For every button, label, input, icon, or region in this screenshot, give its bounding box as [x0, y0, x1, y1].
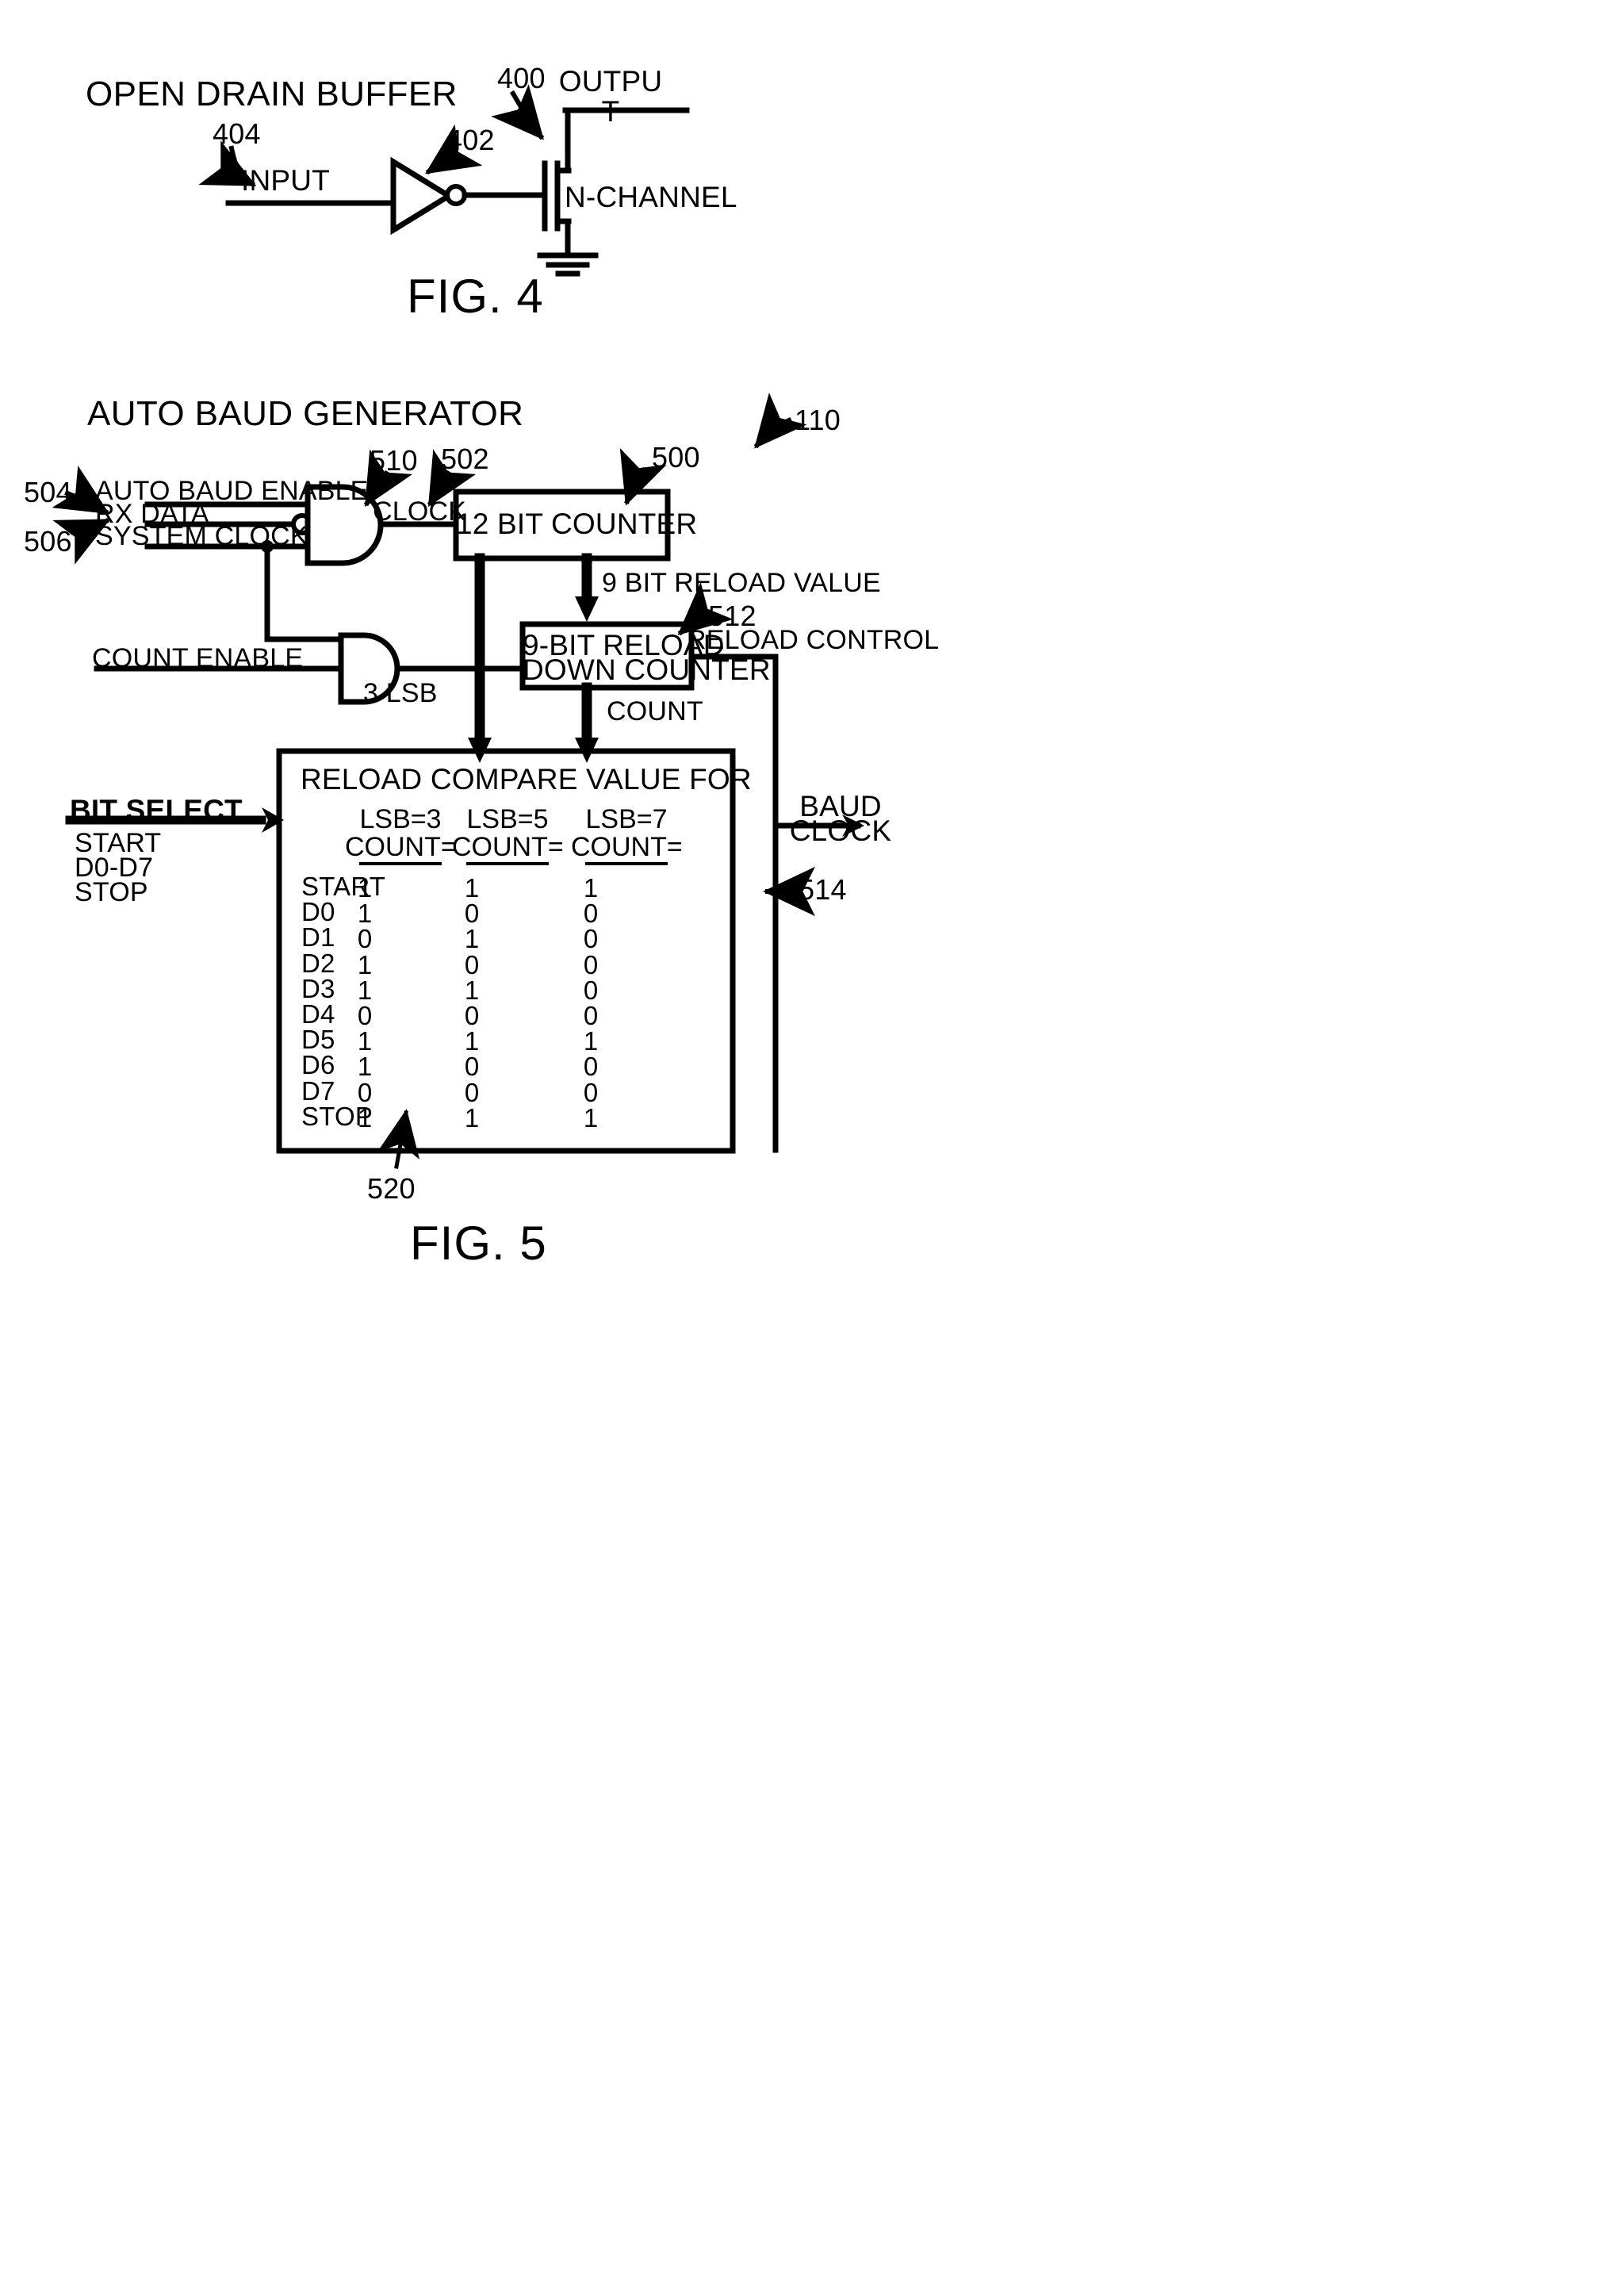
- ref-520: 520: [367, 1172, 416, 1205]
- fig4-caption: FIG. 4: [407, 270, 544, 323]
- leader-110: [753, 393, 807, 449]
- ref-110: 110: [795, 404, 841, 436]
- junction-dot-counter-center: [581, 554, 592, 565]
- leader-514: [763, 866, 816, 917]
- table-column-rule-1: [359, 862, 442, 865]
- ref-500: 500: [652, 441, 700, 473]
- label-count: COUNT: [607, 696, 703, 726]
- table-row-label: D6: [301, 1050, 335, 1080]
- ref-510: 510: [370, 444, 418, 477]
- leader-400: [491, 84, 545, 140]
- ref-404: 404: [213, 117, 261, 150]
- bit-select-item-stop: STOP: [75, 877, 148, 907]
- table-column-rule-2: [466, 862, 549, 865]
- ref-504: 504: [24, 476, 72, 508]
- table-cell: 1: [357, 1102, 373, 1133]
- table-row-label: D0: [301, 897, 335, 927]
- label-9bit-reload-value: 9 BIT RELOAD VALUE: [602, 568, 881, 598]
- label-baud-clock-line2: CLOCK: [789, 815, 892, 847]
- fig5-title: AUTO BAUD GENERATOR: [87, 394, 524, 433]
- table-row-label: D4: [301, 999, 335, 1029]
- table-column-header-3: LSB=7: [585, 804, 668, 834]
- table-column-rule-3: [585, 862, 668, 865]
- ref-506: 506: [24, 525, 72, 558]
- table-column-subheader-1: COUNT=: [345, 832, 457, 862]
- ref-402: 402: [446, 124, 495, 156]
- table-column-header-2: LSB=5: [466, 804, 549, 834]
- table-row-label: D7: [301, 1075, 335, 1106]
- table-row-label: D1: [301, 922, 335, 953]
- ref-400: 400: [497, 62, 546, 94]
- junction-dot-counter-left: [474, 554, 485, 565]
- table-cell: 1: [583, 1102, 599, 1133]
- label-system-clock: SYSTEM CLOCK: [95, 521, 308, 551]
- label-count-enable: COUNT ENABLE: [92, 643, 304, 673]
- fig4-input-label: INPUT: [241, 164, 330, 197]
- patent-drawing-sheet: OPEN DRAIN BUFFER 404 INPUT 402 400 OUTP…: [0, 0, 1624, 2277]
- ref-502: 502: [441, 443, 489, 475]
- arrowhead-bus-reload-value: [575, 596, 599, 622]
- fig5-caption: FIG. 5: [410, 1217, 547, 1270]
- diagram-linework: [52, 84, 864, 1169]
- table-column-subheader-3: COUNT=: [571, 832, 683, 862]
- table-row-label: D3: [301, 973, 335, 1003]
- table-row-label: D5: [301, 1025, 335, 1055]
- table-column-subheader-2: COUNT=: [452, 832, 564, 862]
- fig4-nchannel-label: N-CHANNEL: [565, 181, 737, 213]
- label-reload-control: RELOAD CONTROL: [687, 625, 940, 655]
- ref-514: 514: [799, 873, 847, 906]
- label-3-lsb: 3 LSB: [363, 678, 438, 708]
- label-clock: CLOCK: [373, 496, 467, 527]
- table-cell: 1: [464, 1102, 480, 1133]
- label-table-title: RELOAD COMPARE VALUE FOR: [301, 763, 752, 795]
- fig4-title: OPEN DRAIN BUFFER: [86, 75, 458, 113]
- label-12-bit-counter: 12 BIT COUNTER: [456, 508, 698, 540]
- fig4-output-label-line2: T: [601, 95, 620, 128]
- fig4-output-label-line1: OUTPU: [558, 65, 663, 98]
- label-bit-select: BIT SELECT: [70, 794, 243, 826]
- inverter-symbol: [390, 156, 454, 236]
- table-row-label: D2: [301, 948, 335, 978]
- label-9bit-reload-line2: DOWN COUNTER: [523, 654, 771, 686]
- table-column-header-1: LSB=3: [359, 804, 442, 834]
